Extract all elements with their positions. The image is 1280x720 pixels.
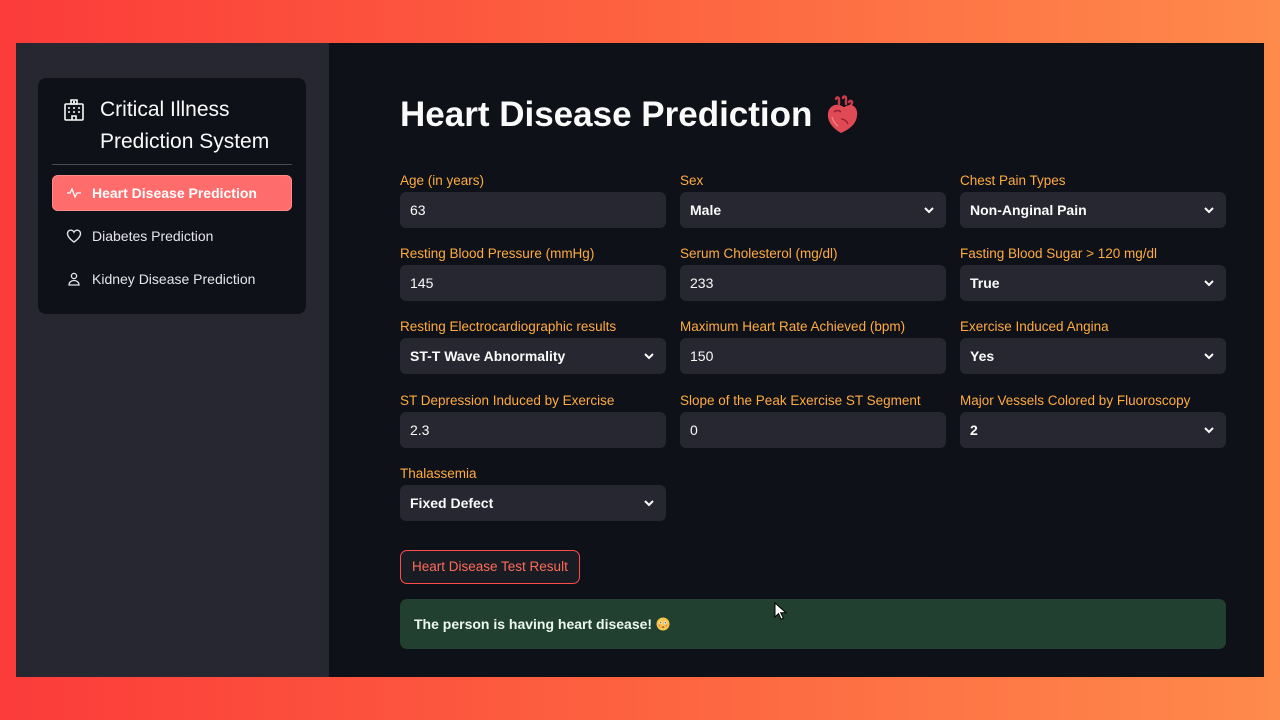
fasting-sugar-label: Fasting Blood Sugar > 120 mg/dl: [960, 246, 1157, 261]
thalassemia-select[interactable]: Fixed Defect: [400, 485, 666, 521]
vessels-label: Major Vessels Colored by Fluoroscopy: [960, 393, 1191, 408]
chevron-down-icon: [1204, 280, 1214, 287]
angina-label: Exercise Induced Angina: [960, 319, 1109, 334]
slope-label: Slope of the Peak Exercise ST Segment: [680, 393, 921, 408]
blood-pressure-label: Resting Blood Pressure (mmHg): [400, 246, 595, 261]
ecg-field-group: Resting Electrocardiographic results ST-…: [400, 316, 666, 374]
age-value: 63: [410, 202, 426, 218]
angina-field-group: Exercise Induced Angina Yes: [960, 316, 1226, 374]
sidebar-item-label: Diabetes Prediction: [92, 228, 214, 244]
ecg-value: ST-T Wave Abnormality: [410, 348, 566, 364]
age-field-group: Age (in years) 63: [400, 170, 666, 228]
chevron-down-icon: [924, 207, 934, 214]
sidebar: Critical Illness Prediction System Heart…: [16, 43, 329, 677]
chest-pain-value: Non-Anginal Pain: [970, 202, 1087, 218]
chest-pain-select[interactable]: Non-Anginal Pain: [960, 192, 1226, 228]
option-menu: Critical Illness Prediction System Heart…: [38, 78, 306, 314]
fasting-sugar-field-group: Fasting Blood Sugar > 120 mg/dl True: [960, 243, 1226, 301]
page-title-text: Heart Disease Prediction: [400, 95, 813, 134]
thalassemia-field-group: Thalassemia Fixed Defect: [400, 463, 666, 521]
age-label: Age (in years): [400, 173, 485, 188]
sidebar-item-label: Heart Disease Prediction: [92, 185, 257, 201]
sex-select[interactable]: Male: [680, 192, 946, 228]
chevron-down-icon: [1204, 353, 1214, 360]
max-heart-rate-label: Maximum Heart Rate Achieved (bpm): [680, 319, 906, 334]
blood-pressure-field-group: Resting Blood Pressure (mmHg) 145: [400, 243, 666, 301]
chest-pain-field-group: Chest Pain Types Non-Anginal Pain: [960, 170, 1226, 228]
page-title: Heart Disease Prediction: [400, 95, 858, 135]
sidebar-item-diabetes[interactable]: Diabetes Prediction: [52, 218, 292, 254]
max-heart-rate-value: 150: [690, 348, 714, 364]
cholesterol-input[interactable]: 233: [680, 265, 946, 301]
menu-divider: [52, 164, 292, 165]
fasting-sugar-value: True: [970, 275, 1000, 291]
st-depression-field-group: ST Depression Induced by Exercise 2.3: [400, 390, 666, 448]
chevron-down-icon: [644, 500, 654, 507]
age-input[interactable]: 63: [400, 192, 666, 228]
chevron-down-icon: [644, 353, 654, 360]
chevron-down-icon: [1204, 427, 1214, 434]
cholesterol-label: Serum Cholesterol (mg/dl): [680, 246, 838, 261]
result-alert: The person is having heart disease!: [400, 599, 1226, 649]
app-window: Critical Illness Prediction System Heart…: [16, 43, 1264, 677]
heart-outline-icon: [66, 229, 82, 243]
result-text: The person is having heart disease!: [414, 616, 653, 632]
fasting-sugar-select[interactable]: True: [960, 265, 1226, 301]
sidebar-item-heart-disease[interactable]: Heart Disease Prediction: [52, 175, 292, 211]
hospital-icon: [64, 99, 84, 121]
max-heart-rate-field-group: Maximum Heart Rate Achieved (bpm) 150: [680, 316, 946, 374]
chest-pain-label: Chest Pain Types: [960, 173, 1066, 188]
vessels-field-group: Major Vessels Colored by Fluoroscopy 2: [960, 390, 1226, 448]
slope-value: 0: [690, 422, 698, 438]
flushed-face-icon: [656, 617, 670, 631]
slope-field-group: Slope of the Peak Exercise ST Segment 0: [680, 390, 946, 448]
anatomical-heart-icon: [828, 95, 858, 133]
sex-label: Sex: [680, 173, 704, 188]
cholesterol-field-group: Serum Cholesterol (mg/dl) 233: [680, 243, 946, 301]
chevron-down-icon: [1204, 207, 1214, 214]
sidebar-item-label: Kidney Disease Prediction: [92, 271, 256, 287]
st-depression-input[interactable]: 2.3: [400, 412, 666, 448]
activity-icon: [67, 187, 81, 199]
sex-field-group: Sex Male: [680, 170, 946, 228]
sex-value: Male: [690, 202, 722, 218]
vessels-select[interactable]: 2: [960, 412, 1226, 448]
ecg-label: Resting Electrocardiographic results: [400, 319, 617, 334]
angina-value: Yes: [970, 348, 995, 364]
st-depression-label: ST Depression Induced by Exercise: [400, 393, 615, 408]
menu-title: Critical Illness Prediction System: [52, 94, 292, 158]
app-title: Critical Illness Prediction System: [100, 98, 270, 153]
st-depression-value: 2.3: [410, 422, 430, 438]
blood-pressure-input[interactable]: 145: [400, 265, 666, 301]
ecg-select[interactable]: ST-T Wave Abnormality: [400, 338, 666, 374]
person-icon: [68, 272, 80, 286]
cholesterol-value: 233: [690, 275, 714, 291]
mouse-cursor-icon: [774, 602, 788, 620]
thalassemia-value: Fixed Defect: [410, 495, 494, 511]
max-heart-rate-input[interactable]: 150: [680, 338, 946, 374]
blood-pressure-value: 145: [410, 275, 434, 291]
slope-input[interactable]: 0: [680, 412, 946, 448]
angina-select[interactable]: Yes: [960, 338, 1226, 374]
vessels-value: 2: [970, 422, 978, 438]
main-content: Heart Disease Prediction Age (in years) …: [329, 43, 1264, 677]
thalassemia-label: Thalassemia: [400, 466, 477, 481]
sidebar-item-kidney-disease[interactable]: Kidney Disease Prediction: [52, 261, 292, 297]
test-result-button[interactable]: Heart Disease Test Result: [400, 550, 580, 584]
